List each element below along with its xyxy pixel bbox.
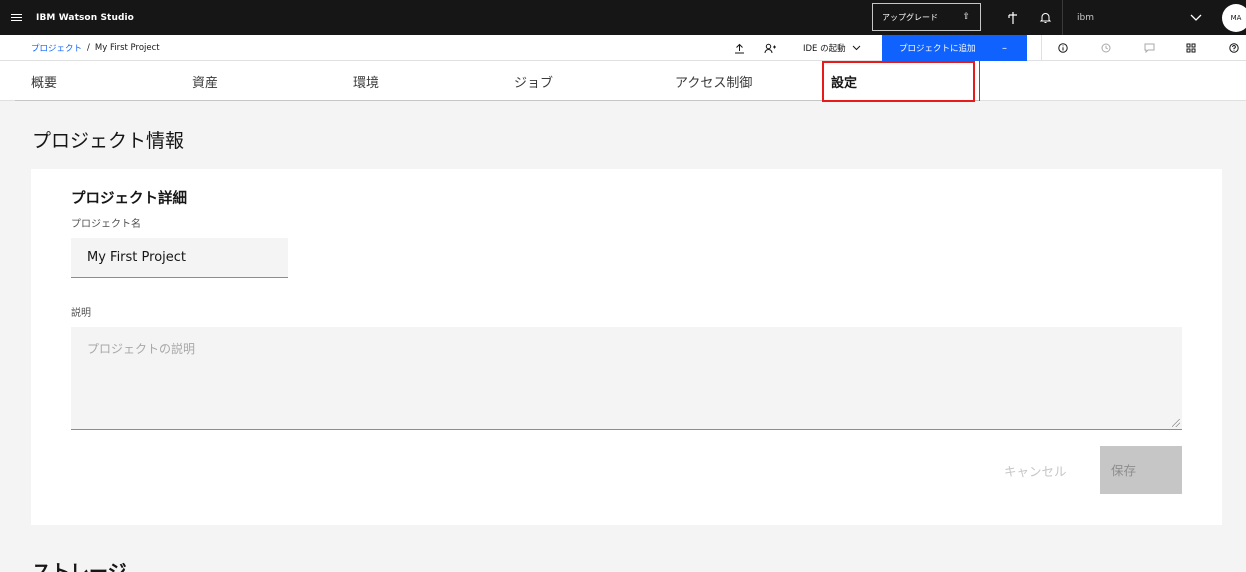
- chevron-down-icon[interactable]: [1190, 0, 1202, 35]
- notification-bell-icon[interactable]: [1033, 0, 1057, 35]
- chevron-down-icon: [852, 44, 861, 53]
- top-header: IBM Watson Studio アップグレード ⇧ ibm MA: [0, 0, 1246, 35]
- launch-ide-label: IDE の起動: [803, 44, 846, 54]
- comments-icon[interactable]: [1139, 35, 1159, 61]
- save-button[interactable]: 保存: [1100, 446, 1182, 494]
- breadcrumb-projects-link[interactable]: プロジェクト: [31, 42, 82, 54]
- description-textarea[interactable]: プロジェクトの説明: [71, 327, 1182, 430]
- add-collaborator-icon[interactable]: [760, 35, 780, 61]
- project-name-input[interactable]: My First Project: [71, 238, 288, 278]
- toolbar-divider: [1041, 35, 1042, 61]
- upload-icon[interactable]: [729, 35, 749, 61]
- history-icon[interactable]: [1096, 35, 1116, 61]
- breadcrumb-separator: /: [87, 43, 90, 53]
- avatar[interactable]: MA: [1222, 4, 1246, 32]
- project-toolbar: プロジェクト / My First Project IDE の起動 プロジェクト…: [0, 35, 1246, 61]
- upgrade-label: アップグレード: [882, 12, 938, 22]
- project-name-label: プロジェクト名: [71, 219, 141, 230]
- add-to-project-label: プロジェクトに追加: [899, 44, 976, 54]
- breadcrumb: プロジェクト / My First Project: [31, 35, 160, 61]
- info-icon[interactable]: [1053, 35, 1073, 61]
- add-to-project-button[interactable]: プロジェクトに追加 –: [882, 35, 1027, 61]
- storage-section-title: ストレージ: [32, 561, 127, 572]
- switcher-icon[interactable]: [1001, 0, 1025, 35]
- account-selector-label[interactable]: ibm: [1077, 0, 1094, 35]
- tab-access-control[interactable]: アクセス制御: [675, 61, 752, 101]
- description-label: 説明: [71, 308, 91, 319]
- tab-assets[interactable]: 資産: [192, 61, 218, 101]
- product-name[interactable]: IBM Watson Studio: [36, 13, 134, 23]
- cancel-button[interactable]: キャンセル: [1004, 446, 1067, 494]
- minus-icon: –: [1002, 42, 1007, 54]
- tab-environments[interactable]: 環境: [353, 61, 379, 101]
- launch-ide-menu[interactable]: IDE の起動: [803, 35, 861, 61]
- header-divider: [1062, 0, 1063, 35]
- resize-handle-icon[interactable]: [1172, 419, 1180, 427]
- page-title: プロジェクト情報: [32, 130, 185, 152]
- tab-overview[interactable]: 概要: [31, 61, 57, 101]
- menu-icon[interactable]: [0, 0, 32, 35]
- manage-icon[interactable]: [1181, 35, 1201, 61]
- help-icon[interactable]: [1224, 35, 1244, 61]
- breadcrumb-current: My First Project: [94, 43, 160, 53]
- description-placeholder: プロジェクトの説明: [87, 342, 196, 356]
- settings-tab-highlight: [822, 61, 975, 102]
- project-tabs: 概要 資産 環境 ジョブ アクセス制御 設定: [0, 61, 1246, 101]
- project-details-card: プロジェクト詳細 プロジェクト名 My First Project 説明 プロジ…: [31, 169, 1222, 525]
- upgrade-arrow-icon: ⇧: [962, 12, 970, 22]
- tab-jobs[interactable]: ジョブ: [514, 61, 553, 101]
- card-title: プロジェクト詳細: [71, 191, 187, 207]
- upgrade-button[interactable]: アップグレード ⇧: [872, 3, 981, 31]
